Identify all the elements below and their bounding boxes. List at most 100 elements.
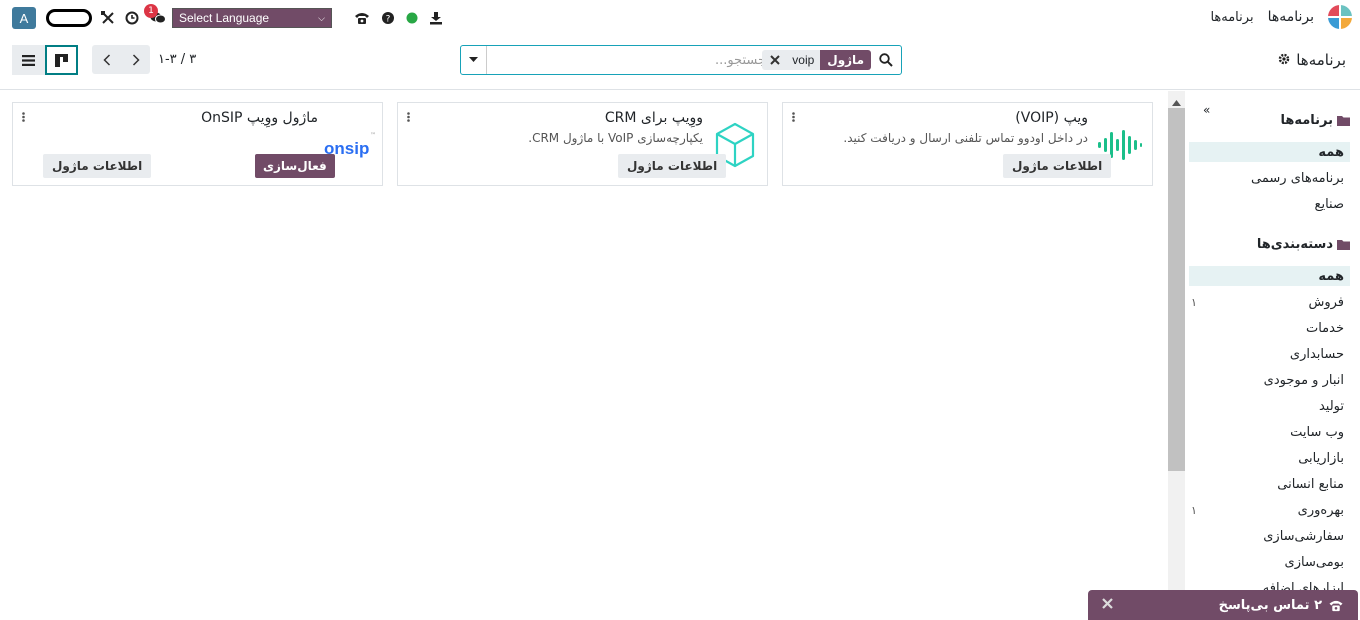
chevron-right-icon [132, 53, 140, 66]
navbar-left: A 1 Select Language ⌵ ? [12, 4, 444, 30]
sidebar-item-label: بازاریابی [1298, 450, 1344, 466]
sidebar-item-label: انبار و موجودی [1263, 372, 1344, 388]
kanban-content: ویپ (VOIP) در داخل اودوو تماس تلفنی ارسا… [0, 91, 1168, 620]
kanban-icon [55, 53, 68, 67]
search-icon[interactable] [879, 53, 893, 71]
sidebar-item-apps-all[interactable]: همه [1189, 142, 1350, 162]
top-navbar: برنامه‌ها برنامه‌ها A 1 Select Language … [0, 0, 1360, 34]
chevron-left-icon [102, 53, 110, 66]
caret-down-icon [469, 57, 478, 62]
search-input[interactable]: جستجو... [701, 53, 767, 68]
facet-remove-icon[interactable] [762, 50, 787, 70]
phone-icon [1329, 600, 1343, 611]
sidebar-item-label: فروش [1308, 294, 1344, 310]
presence-status-icon[interactable] [404, 10, 420, 26]
voip-phone-icon[interactable] [354, 10, 370, 26]
breadcrumb-title: برنامه‌ها [1296, 51, 1346, 69]
onsip-logo-tm: ™ [370, 131, 376, 139]
sidebar-item-marketing[interactable]: بازاریابی [1189, 448, 1350, 468]
pager-buttons [92, 45, 150, 74]
search-bar: جستجو... ماژول voip [460, 45, 902, 75]
sidebar-item-label: وب سایت [1290, 424, 1344, 440]
sidebar-item-label: همه [1318, 268, 1344, 284]
sidebar-item-manufacturing[interactable]: تولید [1189, 396, 1350, 416]
module-card-onsip[interactable]: ™ onsip ماژول ووِیپ OnSIP فعال‌سازی اطلا… [12, 102, 383, 186]
language-select-label: Select Language [179, 11, 270, 25]
download-icon[interactable] [428, 10, 444, 26]
sidebar-item-human-resources[interactable]: منابع انسانی [1189, 474, 1350, 494]
gear-icon[interactable] [1278, 51, 1290, 69]
kebab-menu-icon[interactable] [22, 111, 25, 126]
sidebar-item-customizations[interactable]: سفارشی‌سازی [1189, 526, 1350, 546]
missed-calls-label: ۲ تماس بی‌پاسخ [1218, 597, 1322, 613]
collapse-panel-icon[interactable]: « [1203, 103, 1210, 117]
sidebar-item-inventory[interactable]: انبار و موجودی [1189, 370, 1350, 390]
pager-value[interactable]: ۱-۳ / ۳ [158, 52, 196, 67]
close-icon[interactable] [1102, 597, 1113, 613]
sidebar-item-label: بهره‌وری [1297, 502, 1344, 518]
activity-clock-icon[interactable] [124, 10, 140, 26]
sidebar-categories-header-label: دسته‌بندی‌ها [1256, 237, 1333, 252]
module-card-voip[interactable]: ویپ (VOIP) در داخل اودوو تماس تلفنی ارسا… [782, 102, 1153, 186]
search-panel-sidebar: « برنامه‌ها همه برنامه‌های رسمی صنایع دس… [1185, 91, 1360, 620]
debug-tools-icon[interactable] [100, 10, 116, 26]
module-info-button[interactable]: اطلاعات ماژول [1003, 154, 1112, 178]
menu-apps[interactable]: برنامه‌ها [1210, 10, 1253, 25]
pager-previous-button[interactable] [92, 45, 121, 74]
sidebar-item-count: ۱ [1191, 295, 1197, 309]
sidebar-apps-header: برنامه‌ها [1280, 113, 1350, 128]
card-description: یکپارچه‌سازی VoIP با ماژول CRM. [528, 131, 703, 145]
company-switch-pill[interactable] [46, 9, 92, 27]
list-view-button[interactable] [12, 45, 45, 75]
activate-button[interactable]: فعال‌سازی [255, 154, 335, 178]
sidebar-item-label: صنایع [1314, 196, 1344, 212]
kanban-view-button[interactable] [45, 45, 78, 75]
breadcrumb: برنامه‌ها [1278, 51, 1346, 69]
pager-next-button[interactable] [121, 45, 150, 74]
scroll-thumb[interactable] [1168, 108, 1185, 471]
facet-value: voip [786, 50, 821, 70]
sidebar-item-industries[interactable]: صنایع [1189, 194, 1350, 214]
content-scrollbar[interactable] [1168, 91, 1185, 620]
sidebar-item-label: تولید [1318, 398, 1344, 414]
kebab-menu-icon[interactable] [407, 111, 410, 126]
sidebar-item-label: سفارشی‌سازی [1263, 528, 1344, 544]
folder-icon [1337, 116, 1350, 126]
navbar-right: برنامه‌ها برنامه‌ها [1210, 4, 1352, 30]
app-logo-icon[interactable] [1328, 5, 1352, 29]
language-select[interactable]: Select Language ⌵ [172, 8, 332, 28]
sidebar-item-website[interactable]: وب سایت [1189, 422, 1350, 442]
sidebar-item-label: منابع انسانی [1277, 476, 1344, 492]
sidebar-item-localization[interactable]: بومی‌سازی [1189, 552, 1350, 572]
sidebar-item-sales[interactable]: فروش ۱ [1189, 292, 1350, 312]
module-card-voip-crm[interactable]: ووِیپ برای CRM یکپارچه‌سازی VoIP با ماژو… [397, 102, 768, 186]
kebab-menu-icon[interactable] [792, 111, 795, 126]
sidebar-item-official-apps[interactable]: برنامه‌های رسمی [1189, 168, 1350, 188]
sidebar-item-label: خدمات [1305, 320, 1344, 336]
list-icon [22, 54, 35, 66]
search-options-toggle[interactable] [461, 46, 487, 74]
chat-badge: 1 [144, 4, 158, 18]
card-title: ماژول ووِیپ OnSIP [201, 110, 318, 126]
facet-label: ماژول [820, 50, 871, 70]
sidebar-item-services[interactable]: خدمات [1189, 318, 1350, 338]
sidebar-apps-header-label: برنامه‌ها [1280, 113, 1333, 128]
missed-calls-toast[interactable]: ۲ تماس بی‌پاسخ [1088, 590, 1358, 620]
folder-icon [1337, 240, 1350, 250]
user-avatar[interactable]: A [12, 7, 36, 29]
card-description: در داخل اودوو تماس تلفنی ارسال و دریافت … [843, 131, 1088, 145]
messaging-chat-icon[interactable]: 1 [144, 4, 166, 26]
sidebar-item-accounting[interactable]: حسابداری [1189, 344, 1350, 364]
module-info-button[interactable]: اطلاعات ماژول [43, 154, 152, 178]
sidebar-item-productivity[interactable]: بهره‌وری ۱ [1189, 500, 1350, 520]
module-info-button[interactable]: اطلاعات ماژول [618, 154, 727, 178]
sidebar-item-label: بومی‌سازی [1284, 554, 1344, 570]
chevron-down-icon: ⌵ [318, 12, 325, 23]
search-facet: ماژول voip [762, 50, 871, 70]
sidebar-item-count: ۱ [1191, 503, 1197, 517]
missed-calls-label-wrap: ۲ تماس بی‌پاسخ [1219, 598, 1344, 613]
sidebar-item-category-all[interactable]: همه [1189, 266, 1350, 286]
card-title: ووِیپ برای CRM [604, 110, 703, 126]
app-title[interactable]: برنامه‌ها [1268, 9, 1314, 25]
help-icon[interactable]: ? [380, 10, 396, 26]
